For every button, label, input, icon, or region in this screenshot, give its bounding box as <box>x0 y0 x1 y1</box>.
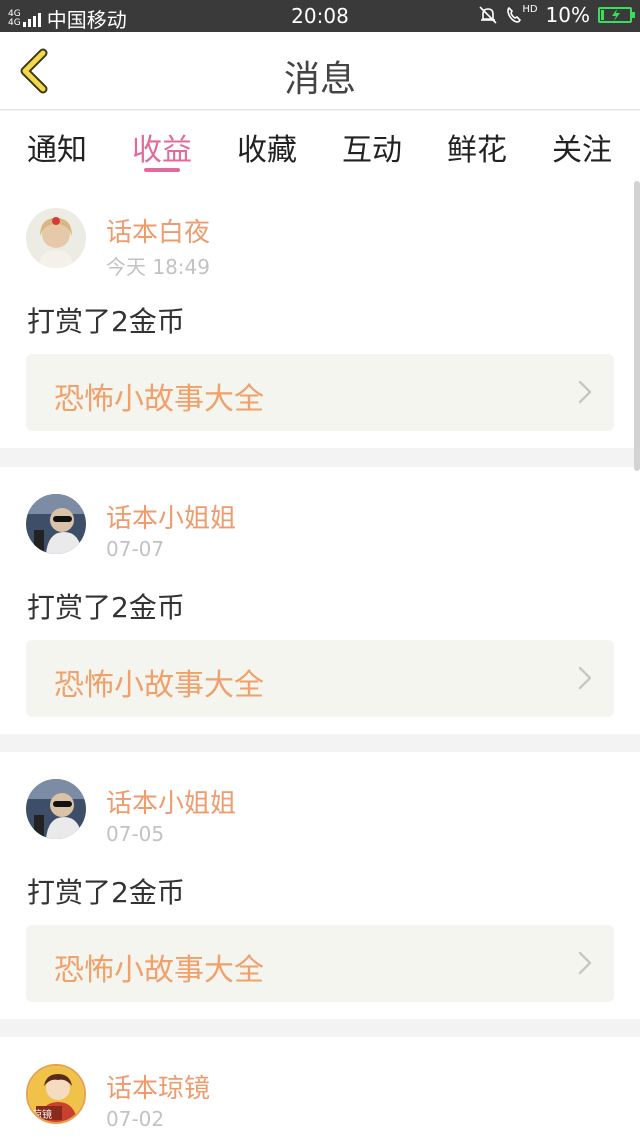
story-title: 恐怖小故事大全 <box>54 953 264 988</box>
message-date: 07-02 <box>106 1107 165 1131</box>
message-date: 07-07 <box>106 537 165 561</box>
hd-label: HD <box>522 3 538 15</box>
tab-flowers[interactable]: 鲜花 <box>437 125 517 169</box>
status-right: HD 10% <box>478 3 635 27</box>
chevron-right-icon <box>578 380 592 404</box>
message-date: 07-05 <box>106 822 165 846</box>
story-link[interactable]: 恐怖小故事大全 <box>26 925 614 1002</box>
username[interactable]: 话本白夜 <box>106 212 210 249</box>
story-link[interactable]: 恐怖小故事大全 <box>26 354 614 431</box>
message-card: 话本小姐姐 07-07 打赏了2金币 恐怖小故事大全 <box>0 467 640 734</box>
message-text: 打赏了2金币 <box>27 591 185 624</box>
story-link[interactable]: 恐怖小故事大全 <box>26 640 614 717</box>
chevron-right-icon <box>578 666 592 690</box>
tab-interactions[interactable]: 互动 <box>332 125 412 169</box>
message-date: 今天 18:49 <box>106 255 210 279</box>
message-card: 琼镜 话本琼镜 07-02 <box>0 1037 640 1138</box>
tab-notifications[interactable]: 通知 <box>17 125 97 169</box>
message-text: 打赏了2金币 <box>27 305 185 338</box>
mute-bell-icon <box>478 5 498 25</box>
scrollbar[interactable] <box>634 181 640 471</box>
nav-header: 消息 <box>0 32 640 110</box>
tab-follows[interactable]: 关注 <box>542 125 622 169</box>
story-title: 恐怖小故事大全 <box>54 382 264 417</box>
username[interactable]: 话本小姐姐 <box>106 783 236 820</box>
tab-earnings[interactable]: 收益 <box>122 125 202 169</box>
page-title: 消息 <box>283 59 356 100</box>
chevron-right-icon <box>578 951 592 975</box>
active-tab-indicator <box>144 168 180 172</box>
message-card: 话本小姐姐 07-05 打赏了2金币 恐怖小故事大全 <box>0 752 640 1019</box>
battery-icon <box>598 7 635 23</box>
message-text: 打赏了2金币 <box>27 876 185 909</box>
battery-level <box>601 10 604 20</box>
avatar[interactable] <box>26 494 86 554</box>
avatar[interactable]: 琼镜 <box>26 1064 86 1124</box>
status-bar: 4G 4G 中国移动 20:08 HD 10% <box>0 0 640 32</box>
battery-percent: 10% <box>545 3 590 27</box>
story-title: 恐怖小故事大全 <box>54 668 264 703</box>
tab-favorites[interactable]: 收藏 <box>227 125 307 169</box>
username[interactable]: 话本琼镜 <box>106 1068 210 1105</box>
message-card: 话本白夜 今天 18:49 打赏了2金币 恐怖小故事大全 <box>0 181 640 448</box>
avatar[interactable] <box>26 779 86 839</box>
tab-bar: 通知 收益 收藏 互动 鲜花 关注 <box>0 111 640 181</box>
avatar-label: 琼镜 <box>32 1110 52 1121</box>
username[interactable]: 话本小姐姐 <box>106 498 236 535</box>
hd-call-icon: HD <box>506 3 538 25</box>
avatar[interactable] <box>26 208 86 268</box>
